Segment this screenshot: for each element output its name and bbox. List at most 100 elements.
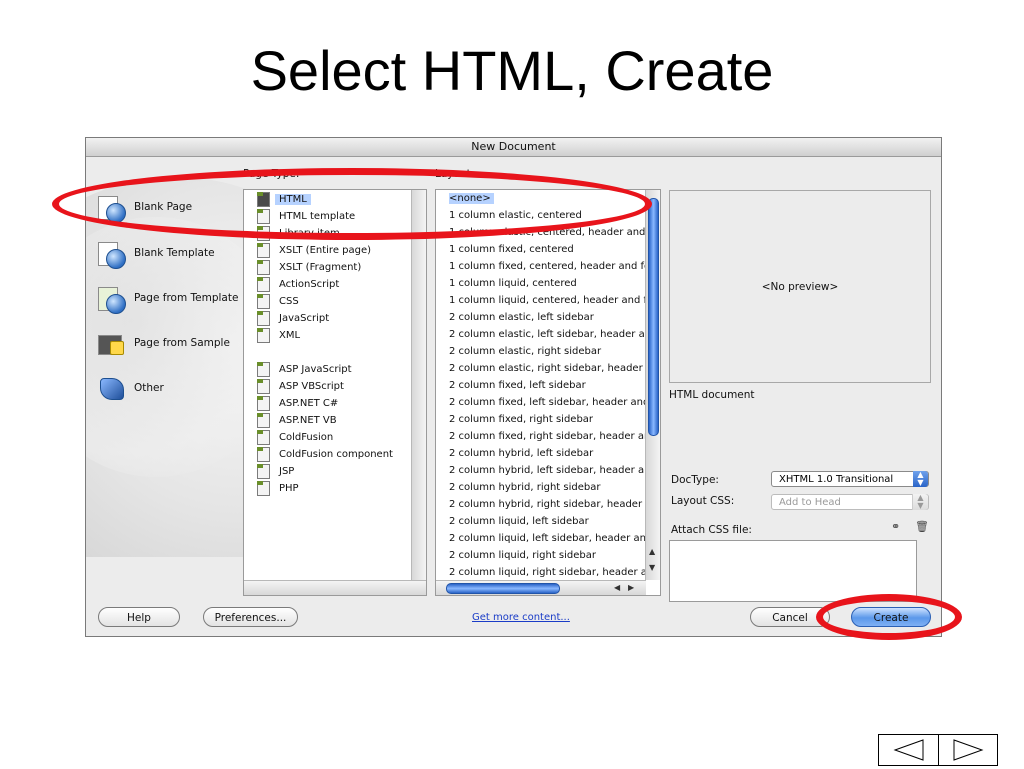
layout-item[interactable]: 2 column fixed, right sidebar <box>449 411 647 428</box>
layout-item[interactable]: 2 column hybrid, right sidebar, header a <box>449 496 647 513</box>
layout-item[interactable]: 1 column elastic, centered <box>449 207 647 224</box>
prev-arrow-icon <box>893 739 924 761</box>
layout-item[interactable]: 2 column fixed, left sidebar, header and <box>449 394 647 411</box>
page-type-item[interactable]: Library item <box>257 225 340 241</box>
cancel-button[interactable]: Cancel <box>750 607 830 627</box>
doctype-label: DocType: <box>671 474 719 486</box>
new-document-dialog: New Document Blank Page Blank Template P… <box>85 137 942 637</box>
file-icon <box>257 361 270 377</box>
blank-page-icon <box>96 193 126 223</box>
layout-item[interactable]: 2 column hybrid, left sidebar, header ar <box>449 462 647 479</box>
get-more-content-link[interactable]: Get more content... <box>472 612 570 623</box>
help-button[interactable]: Help <box>98 607 180 627</box>
page-type-item[interactable]: XSLT (Fragment) <box>257 259 361 275</box>
scroll-up-arrow-icon[interactable]: ▲ <box>649 547 655 557</box>
layout-scroll-thumb[interactable] <box>648 198 659 436</box>
file-icon <box>257 395 270 411</box>
layout-item[interactable]: 1 column fixed, centered, header and fo <box>449 258 647 275</box>
prev-slide-button[interactable] <box>879 735 938 765</box>
category-other[interactable]: Other <box>96 371 164 405</box>
page-type-item[interactable]: CSS <box>257 293 299 309</box>
page-type-item[interactable]: ASP VBScript <box>257 378 344 394</box>
layout-item[interactable]: 2 column elastic, right sidebar, header … <box>449 360 647 377</box>
layout-item[interactable]: 2 column liquid, right sidebar, header a <box>449 564 647 581</box>
category-page-from-sample[interactable]: Page from Sample <box>96 326 230 360</box>
layout-item[interactable]: 2 column fixed, left sidebar <box>449 377 647 394</box>
page-type-item[interactable]: ASP.NET C# <box>257 395 338 411</box>
page-type-list[interactable]: HTML HTML template Library item XSLT (En… <box>243 189 427 596</box>
slide-title: Select HTML, Create <box>250 39 774 102</box>
category-blank-template[interactable]: Blank Template <box>96 236 215 270</box>
attach-css-list[interactable] <box>669 540 917 602</box>
layout-item[interactable]: 2 column fixed, right sidebar, header ar <box>449 428 647 445</box>
layout-scrollbar[interactable]: ▲ ▼ <box>645 190 660 580</box>
other-icon <box>96 374 126 402</box>
layout-item[interactable]: 1 column liquid, centered, header and f <box>449 292 647 309</box>
select-arrows-icon: ▲ ▼ <box>912 494 928 510</box>
page-from-template-icon <box>96 284 126 314</box>
next-slide-button[interactable] <box>939 735 998 765</box>
trash-icon[interactable]: 🗑 <box>915 520 929 533</box>
page-type-item[interactable]: ColdFusion <box>257 429 333 445</box>
layout-item[interactable]: 2 column hybrid, right sidebar <box>449 479 647 496</box>
scroll-down-arrow-icon[interactable]: ▼ <box>649 563 655 573</box>
file-icon <box>257 259 270 275</box>
link-chain-icon[interactable]: ⚭ <box>891 520 900 533</box>
page-type-item[interactable]: XML <box>257 327 300 343</box>
layout-css-label: Layout CSS: <box>671 495 735 507</box>
file-icon <box>257 191 270 207</box>
layout-item[interactable]: 2 column liquid, right sidebar <box>449 547 647 564</box>
category-page-from-template[interactable]: Page from Template <box>96 281 238 315</box>
page-type-item[interactable]: JavaScript <box>257 310 329 326</box>
category-blank-page[interactable]: Blank Page <box>96 190 192 224</box>
blank-template-icon <box>96 239 126 269</box>
preferences-button[interactable]: Preferences... <box>203 607 298 627</box>
layout-label: Layout: <box>435 168 475 180</box>
file-icon <box>257 310 270 326</box>
page-type-item[interactable]: ColdFusion component <box>257 446 393 462</box>
layout-css-select[interactable]: Add to Head ▲ ▼ <box>771 494 929 510</box>
layout-item[interactable]: 2 column elastic, left sidebar <box>449 309 647 326</box>
page-type-item[interactable]: XSLT (Entire page) <box>257 242 371 258</box>
select-arrows-icon: ▲ ▼ <box>913 471 928 487</box>
page-type-item[interactable]: HTML template <box>257 208 355 224</box>
page-type-item[interactable]: PHP <box>257 480 299 496</box>
page-type-item[interactable]: JSP <box>257 463 294 479</box>
layout-item[interactable]: 2 column liquid, left sidebar <box>449 513 647 530</box>
doctype-select[interactable]: XHTML 1.0 Transitional ▲ ▼ <box>771 471 929 487</box>
file-icon <box>257 429 270 445</box>
dialog-title: New Document <box>86 138 941 157</box>
layout-item[interactable]: 1 column liquid, centered <box>449 275 647 292</box>
page-type-item[interactable]: ASP JavaScript <box>257 361 352 377</box>
file-icon <box>257 463 270 479</box>
file-icon <box>257 480 270 496</box>
next-arrow-icon <box>953 739 984 761</box>
create-button[interactable]: Create <box>851 607 931 627</box>
scroll-left-arrow-icon[interactable]: ◀ <box>614 583 620 593</box>
layout-item[interactable]: 2 column elastic, left sidebar, header a… <box>449 326 647 343</box>
page-type-hscrollbar[interactable] <box>244 580 426 595</box>
page-type-scrollbar[interactable] <box>411 190 426 580</box>
layout-item[interactable]: 1 column fixed, centered <box>449 241 647 258</box>
page-type-item[interactable]: ASP.NET VB <box>257 412 337 428</box>
preview-pane: <No preview> <box>669 190 931 383</box>
layout-item[interactable]: 2 column liquid, left sidebar, header an <box>449 530 647 547</box>
slide-nav <box>878 734 998 766</box>
layout-list[interactable]: <none> 1 column elastic, centered 1 colu… <box>435 189 661 596</box>
layout-item[interactable]: 2 column elastic, right sidebar <box>449 343 647 360</box>
file-icon <box>257 208 270 224</box>
layout-hscrollbar[interactable]: ◀ ▶ <box>436 580 646 595</box>
file-icon <box>257 242 270 258</box>
page-type-item[interactable]: ActionScript <box>257 276 339 292</box>
layout-item[interactable]: <none> <box>449 190 647 207</box>
file-icon <box>257 327 270 343</box>
page-type-item[interactable]: HTML <box>257 191 311 207</box>
layout-item[interactable]: 1 column elastic, centered, header and <box>449 224 647 241</box>
scroll-right-arrow-icon[interactable]: ▶ <box>628 583 634 593</box>
layout-hscroll-thumb[interactable] <box>446 583 560 594</box>
layout-item[interactable]: 2 column hybrid, left sidebar <box>449 445 647 462</box>
page-from-sample-icon <box>96 329 126 357</box>
description-text: HTML document <box>669 389 755 401</box>
file-icon <box>257 446 270 462</box>
file-icon <box>257 293 270 309</box>
